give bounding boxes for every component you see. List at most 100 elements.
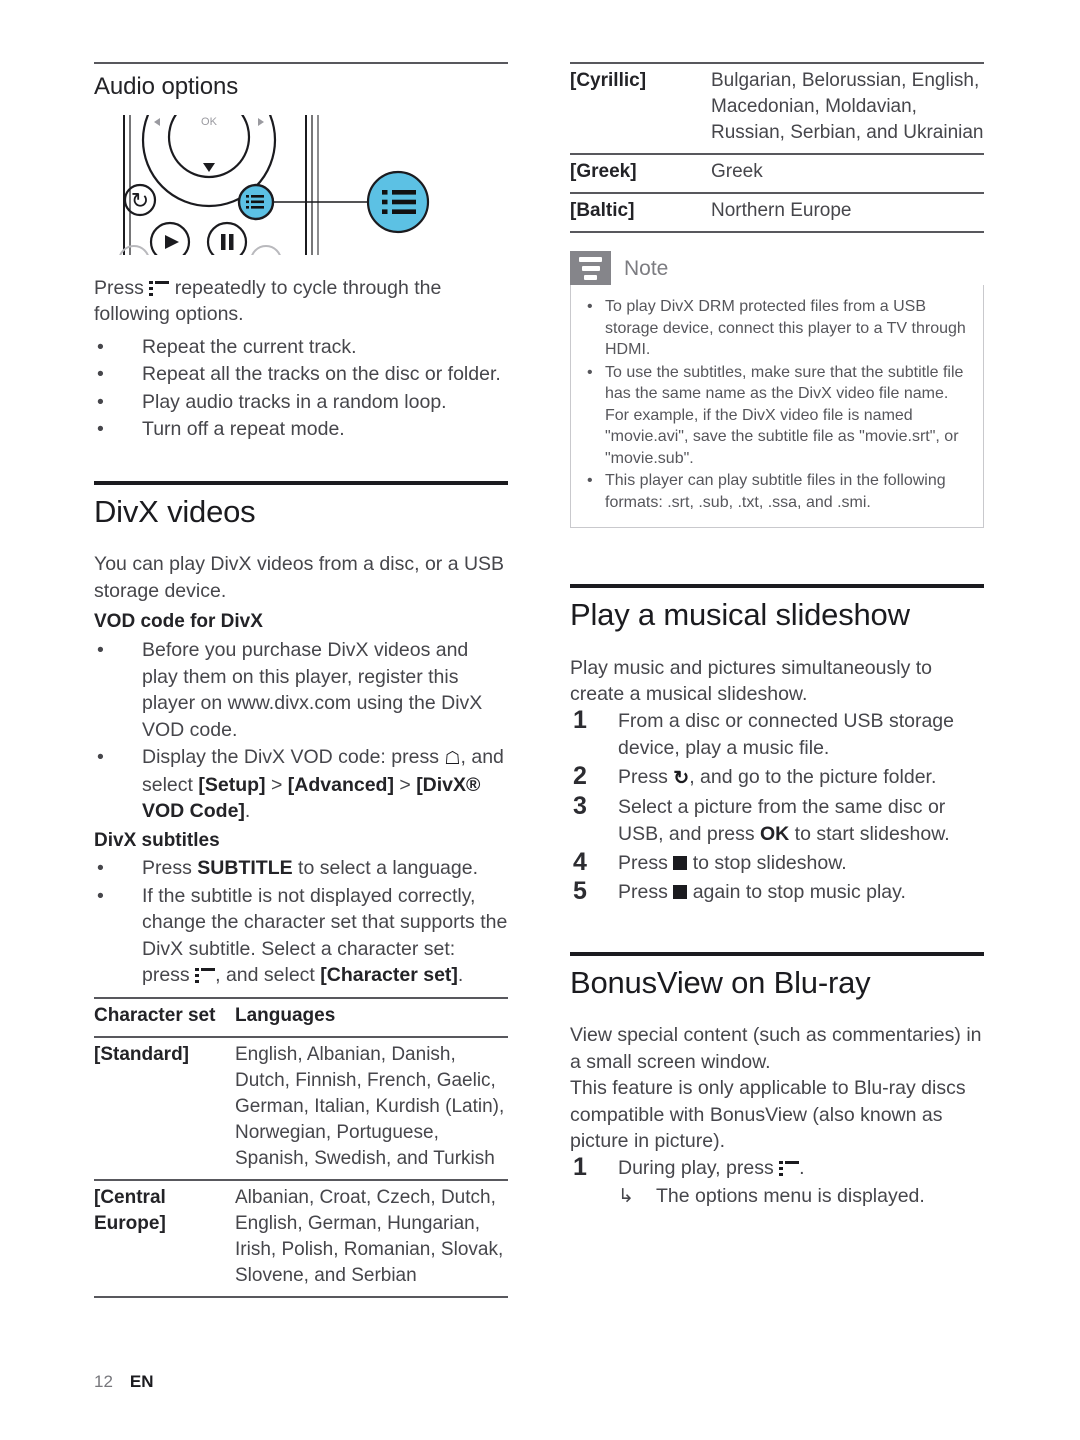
list-item-label-b: to select a language. [298,857,479,880]
column-header-character-set: Character set [94,996,235,1037]
cell-languages: Bulgarian, Belorussian, English, Macedon… [711,62,984,154]
list-item: • Press SUBTITLE to select a language. [94,855,508,882]
cell-languages: Northern Europe [711,192,984,233]
step-number: 2 [573,761,587,790]
section-heading-slideshow: Play a musical slideshow [570,597,910,632]
step-text: Press [618,765,668,788]
step-number: 5 [573,876,587,905]
list-item-label: Display the DivX VOD code: press [142,746,439,768]
bullet-dot: • [587,298,593,315]
bonusview-para-2: This feature is only applicable to Blu-r… [570,1077,966,1153]
bullet-dot: • [97,418,104,441]
section-heading-bonusview: BonusView on Blu-ray [570,964,871,1000]
bonusview-steps: 1 During play, press . ↳ The options men… [570,1152,984,1210]
step-text: From a disc or connected USB storage dev… [618,709,954,759]
table-row: [Greek] Greek [570,153,984,193]
page-title: Audio options [94,73,239,100]
column-header-languages: Languages [235,996,508,1037]
list-item: • To play DivX DRM protected files from a… [585,296,969,361]
step-number: 3 [573,791,587,820]
note-body: • To play DivX DRM protected files from a… [570,285,984,528]
cell-character-set: [Cyrillic] [570,62,711,154]
step-text: During play, press [618,1156,774,1179]
slideshow-steps: 1 From a disc or connected USB storage d… [570,705,984,906]
list-item: 1 From a disc or connected USB storage d… [570,705,984,762]
list-item: • Repeat the current track. [94,334,508,361]
page-language: EN [129,1372,154,1391]
step-text-b: to stop slideshow. [692,851,847,874]
bullet-dot: • [97,335,104,358]
cell-languages: Albanian, Croat, Czech, Dutch, English, … [235,1178,508,1298]
divx-subtitles-heading: DivX subtitles [94,829,220,851]
sub-step: ↳ The options menu is displayed. [618,1183,984,1210]
step-text-b: to start slideshow. [794,822,950,845]
list-item: • Play audio tracks in a random loop. [94,389,508,416]
table-row: [Central Europe] Albanian, Croat, Czech,… [94,1178,508,1298]
intro-text-after: repeatedly to cycle through the followin… [94,276,442,326]
bullet-dot: • [97,363,104,386]
section-rule-thick [94,480,508,485]
menu-path-advanced: [Advanced] [287,773,394,796]
note-box: Note • To play DivX DRM protected files f… [570,251,984,528]
options-icon [149,280,170,296]
list-item: • This player can play subtitle files in … [585,470,969,513]
home-icon: ☖ [444,748,461,768]
list-item-label: Repeat the current track. [142,335,357,358]
list-item: 5 Press again to stop music play. [570,876,984,906]
cell-languages: Greek [711,153,984,193]
svg-text:OK: OK [201,116,218,128]
options-icon [195,968,216,984]
divx-vod-heading: VOD code for DivX [94,611,263,633]
note-title: Note [624,256,669,280]
table-row: [Standard] English, Albanian, Danish, Du… [94,1035,508,1180]
left-column: Audio options OK ↻ Press repeatedly to c… [94,62,508,1298]
list-item-label: Repeat all the tracks on the disc or fol… [142,363,501,386]
list-item-label: Before you purchase DivX videos and play… [142,639,483,741]
section-rule-thin [94,62,508,64]
ok-key: OK [760,822,790,845]
list-item: 4 Press to stop slideshow. [570,847,984,877]
right-column: [Cyrillic] Bulgarian, Belorussian, Engli… [570,62,984,1212]
character-set-table-continued: [Cyrillic] Bulgarian, Belorussian, Engli… [570,62,984,233]
step-text: Press [618,851,668,874]
bullet-dot: • [97,746,104,768]
menu-separator: > [399,773,411,796]
bullet-dot: • [587,472,593,489]
step-number: 1 [573,705,587,734]
audio-options-intro: Press repeatedly to cycle through the fo… [94,275,508,328]
slideshow-intro: Play music and pictures simultaneously t… [570,656,932,706]
divx-subtitles-list: • Press SUBTITLE to select a language. •… [94,855,508,989]
sub-step-text: The options menu is displayed. [656,1184,925,1207]
table-row: [Baltic] Northern Europe [570,192,984,233]
list-item-label: Press [142,857,192,880]
bullet-dot: • [97,639,104,661]
step-text: Press [618,880,668,903]
period: . [244,800,251,822]
character-set-table: Character set Languages [Standard] Engli… [94,996,508,1298]
list-item: • Before you purchase DivX videos and pl… [94,637,508,743]
section-rule-thick [570,584,984,588]
list-item: 3 Select a picture from the same disc or… [570,791,984,848]
bullet-dot: • [97,884,104,907]
options-icon [779,1160,800,1176]
table-header-row: Character set Languages [94,996,508,1037]
step-text-b: , and go to the picture folder. [689,765,937,788]
list-item: • To use the subtitles, make sure that th… [585,362,969,470]
step-number: 1 [573,1152,587,1181]
list-item: • Repeat all the tracks on the disc or fo… [94,361,508,388]
note-lines-icon [570,251,611,285]
list-item-label: Play audio tracks in a random loop. [142,390,447,413]
stop-icon [673,855,688,870]
list-item: • If the subtitle is not displayed corre… [94,883,508,989]
stop-icon [673,884,688,899]
cell-character-set: [Standard] [94,1035,235,1180]
back-icon: ↻ [673,767,690,789]
list-item-label: This player can play subtitle files in t… [605,472,946,511]
key-subtitle: SUBTITLE [197,857,293,880]
cell-character-set: [Greek] [570,153,711,193]
bullet-dot: • [587,363,593,381]
remote-control-figure: OK ↻ [96,114,496,255]
page-footer: 12 EN [94,1372,154,1392]
page-number: 12 [94,1372,113,1391]
step-number: 4 [573,847,587,876]
